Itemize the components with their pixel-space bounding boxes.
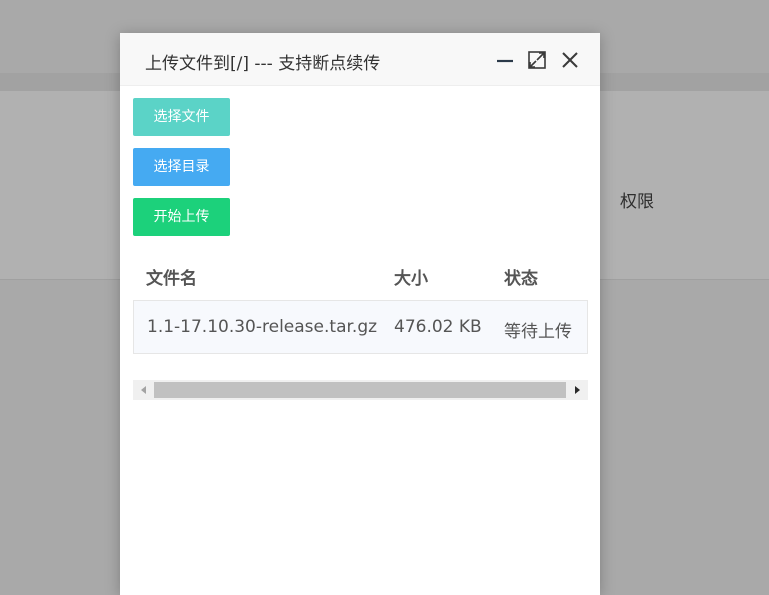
dialog-header: 上传文件到[/] --- 支持断点续传 <box>120 33 600 86</box>
maximize-button[interactable] <box>526 49 548 71</box>
scroll-left-button[interactable] <box>133 380 153 400</box>
table-header: 文件名 大小 状态 <box>133 248 588 300</box>
horizontal-scrollbar[interactable] <box>133 380 588 400</box>
scroll-left-arrow-icon <box>141 386 146 394</box>
minimize-icon <box>497 59 513 63</box>
maximize-icon <box>528 51 546 69</box>
close-icon <box>562 52 578 68</box>
background-permission-column-label: 权限 <box>620 192 654 212</box>
upload-file-table: 文件名 大小 状态 1.1-17.10.30-release.tar.gz 47… <box>133 248 588 354</box>
scroll-right-arrow-icon <box>575 386 580 394</box>
dialog-title: 上传文件到[/] --- 支持断点续传 <box>145 54 381 74</box>
close-button[interactable] <box>559 49 581 71</box>
scroll-right-button[interactable] <box>568 380 588 400</box>
file-name-cell: 1.1-17.10.30-release.tar.gz <box>147 317 378 337</box>
select-directory-button[interactable]: 选择目录 <box>133 148 230 186</box>
table-row[interactable]: 1.1-17.10.30-release.tar.gz 476.02 KB 等待… <box>133 300 588 354</box>
column-header-size: 大小 <box>394 269 428 289</box>
scrollbar-thumb[interactable] <box>154 382 566 398</box>
file-status-cell: 等待上传 <box>504 322 572 342</box>
file-size-cell: 476.02 KB <box>394 317 482 337</box>
minimize-button[interactable] <box>494 49 516 71</box>
column-header-status: 状态 <box>504 269 538 289</box>
column-header-filename: 文件名 <box>146 269 197 289</box>
select-file-button[interactable]: 选择文件 <box>133 98 230 136</box>
start-upload-button[interactable]: 开始上传 <box>133 198 230 236</box>
upload-dialog: 上传文件到[/] --- 支持断点续传 选择文件 选择目录 开始上传 文件名 大… <box>120 33 600 595</box>
